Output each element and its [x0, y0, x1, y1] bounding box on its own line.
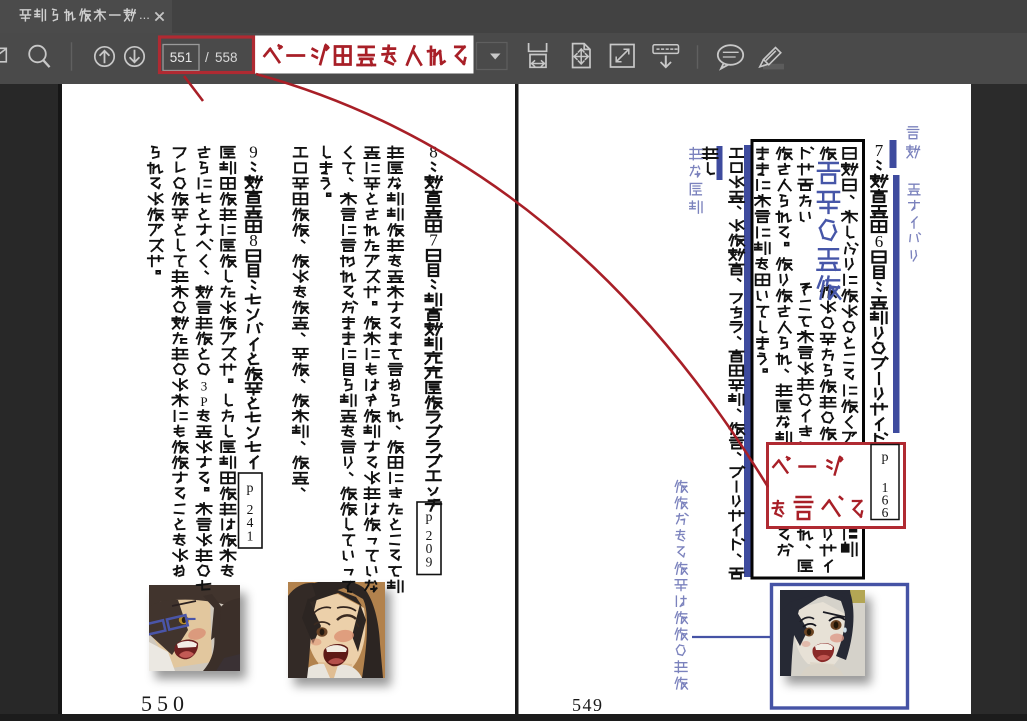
svg-text:6: 6 — [875, 232, 884, 251]
svg-text:550: 550 — [141, 691, 189, 716]
svg-text:p: p — [882, 450, 889, 465]
svg-text:1: 1 — [247, 528, 254, 543]
svg-text:p: p — [426, 510, 433, 525]
svg-text:/: / — [205, 50, 209, 65]
svg-text:549: 549 — [572, 695, 604, 715]
svg-text:3: 3 — [201, 379, 208, 394]
svg-text:9: 9 — [426, 554, 433, 569]
svg-text:8: 8 — [249, 231, 258, 250]
svg-text:6: 6 — [882, 505, 889, 520]
svg-text:p: p — [247, 481, 254, 496]
svg-text:558: 558 — [215, 50, 238, 65]
svg-text:9: 9 — [249, 143, 258, 162]
svg-text:7: 7 — [429, 231, 438, 250]
svg-text:P: P — [200, 394, 207, 409]
svg-text:...: ... — [139, 7, 150, 22]
svg-text:7: 7 — [875, 141, 884, 160]
svg-text:551: 551 — [170, 50, 193, 65]
